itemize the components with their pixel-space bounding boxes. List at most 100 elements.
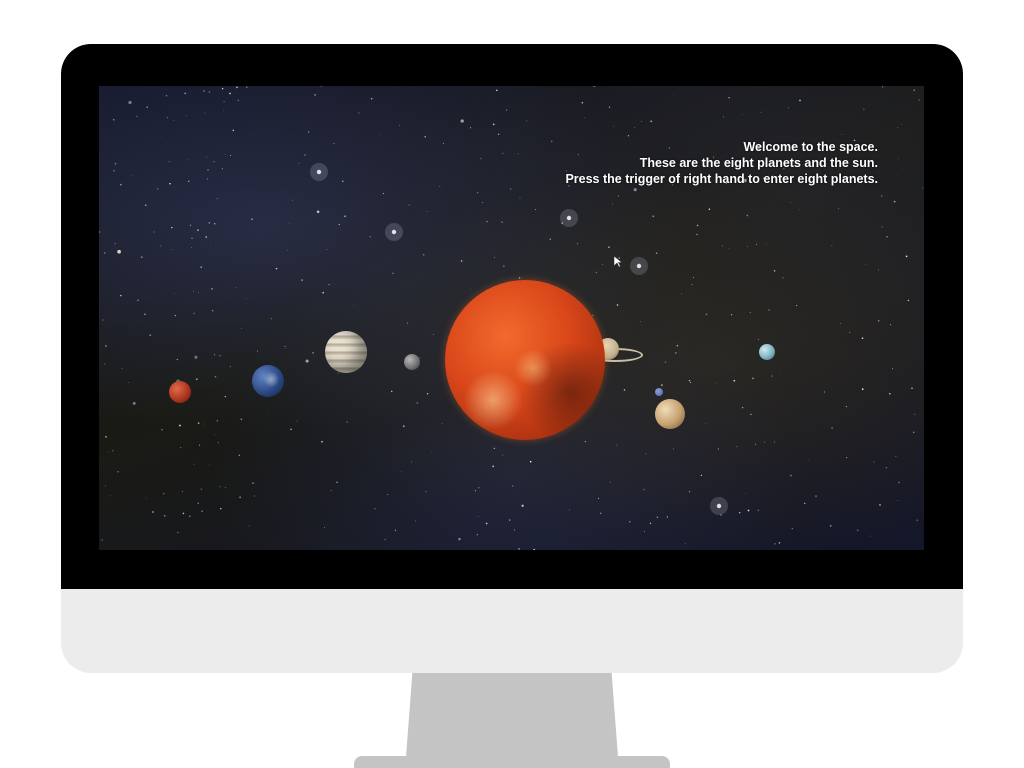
star: [163, 514, 166, 517]
star: [518, 277, 521, 279]
star: [256, 350, 259, 352]
welcome-line-3: Press the trigger of right hand to enter…: [565, 172, 878, 186]
star: [119, 183, 122, 186]
star: [240, 418, 243, 421]
welcome-line-1: Welcome to the space.: [743, 140, 878, 154]
star: [324, 527, 326, 529]
star: [304, 154, 306, 156]
star: [691, 284, 693, 286]
star: [201, 510, 203, 512]
star: [128, 100, 132, 105]
star: [109, 495, 111, 497]
star: [117, 249, 121, 254]
star: [189, 224, 192, 226]
star: [149, 334, 151, 336]
star: [773, 270, 776, 272]
star: [416, 402, 418, 404]
star: [829, 525, 832, 527]
star: [411, 461, 412, 463]
star: [768, 309, 770, 311]
planet-earth[interactable]: [252, 365, 284, 397]
star: [346, 421, 348, 423]
star: [897, 500, 899, 502]
star: [493, 447, 495, 450]
star: [838, 208, 839, 210]
star: [387, 494, 389, 495]
star: [208, 464, 210, 466]
star: [213, 434, 215, 436]
star: [747, 509, 750, 512]
star: [846, 457, 848, 459]
star: [676, 345, 679, 347]
star: [549, 238, 552, 241]
star: [474, 490, 476, 492]
star: [518, 548, 520, 550]
star: [509, 519, 511, 521]
star: [823, 391, 825, 393]
star: [634, 127, 635, 129]
planet-mars[interactable]: [169, 381, 191, 403]
star: [470, 127, 472, 129]
monitor-mockup: Welcome to the space. These are the eigh…: [0, 0, 1024, 768]
star: [221, 88, 224, 90]
star: [529, 460, 532, 463]
star: [770, 375, 773, 377]
star: [873, 461, 875, 463]
star: [803, 502, 806, 505]
star: [509, 188, 512, 190]
star: [476, 534, 478, 536]
star: [270, 318, 273, 320]
star: [168, 161, 170, 163]
star: [219, 486, 221, 488]
star: [172, 249, 174, 250]
star: [152, 511, 154, 513]
star: [217, 442, 219, 444]
star: [316, 210, 320, 214]
star: [480, 158, 482, 160]
star: [643, 488, 645, 491]
star: [205, 236, 207, 238]
star: [517, 153, 519, 155]
welcome-message: Welcome to the space. These are the eigh…: [565, 139, 878, 187]
star: [104, 252, 106, 254]
star: [722, 245, 724, 247]
star: [419, 357, 421, 359]
star: [145, 204, 147, 206]
star: [897, 158, 899, 160]
star: [627, 135, 630, 137]
star: [153, 231, 155, 233]
star: [161, 136, 163, 138]
space-scene-viewport[interactable]: Welcome to the space. These are the eigh…: [99, 86, 924, 550]
star: [208, 91, 211, 93]
star: [597, 497, 599, 499]
sun[interactable]: [445, 280, 605, 440]
star: [246, 297, 247, 299]
star: [173, 120, 175, 121]
star: [130, 175, 132, 176]
star: [384, 538, 386, 541]
star: [584, 117, 586, 119]
star: [798, 209, 800, 210]
star: [176, 358, 178, 361]
star: [494, 256, 496, 258]
planet-jupiter[interactable]: [325, 331, 367, 373]
star: [305, 359, 309, 363]
star: [519, 197, 521, 199]
star: [108, 451, 109, 453]
star: [408, 204, 410, 206]
star: [863, 108, 865, 110]
star: [239, 496, 241, 499]
star: [661, 384, 663, 386]
planet-neptune[interactable]: [759, 344, 775, 360]
star: [688, 490, 691, 493]
star: [584, 440, 587, 443]
star: [275, 267, 278, 270]
planet-venus[interactable]: [655, 399, 685, 429]
star: [185, 114, 187, 116]
star: [623, 389, 626, 391]
star: [179, 424, 181, 427]
star: [723, 116, 725, 118]
star: [640, 121, 642, 122]
star: [795, 304, 798, 307]
planet-mercury[interactable]: [404, 354, 420, 370]
